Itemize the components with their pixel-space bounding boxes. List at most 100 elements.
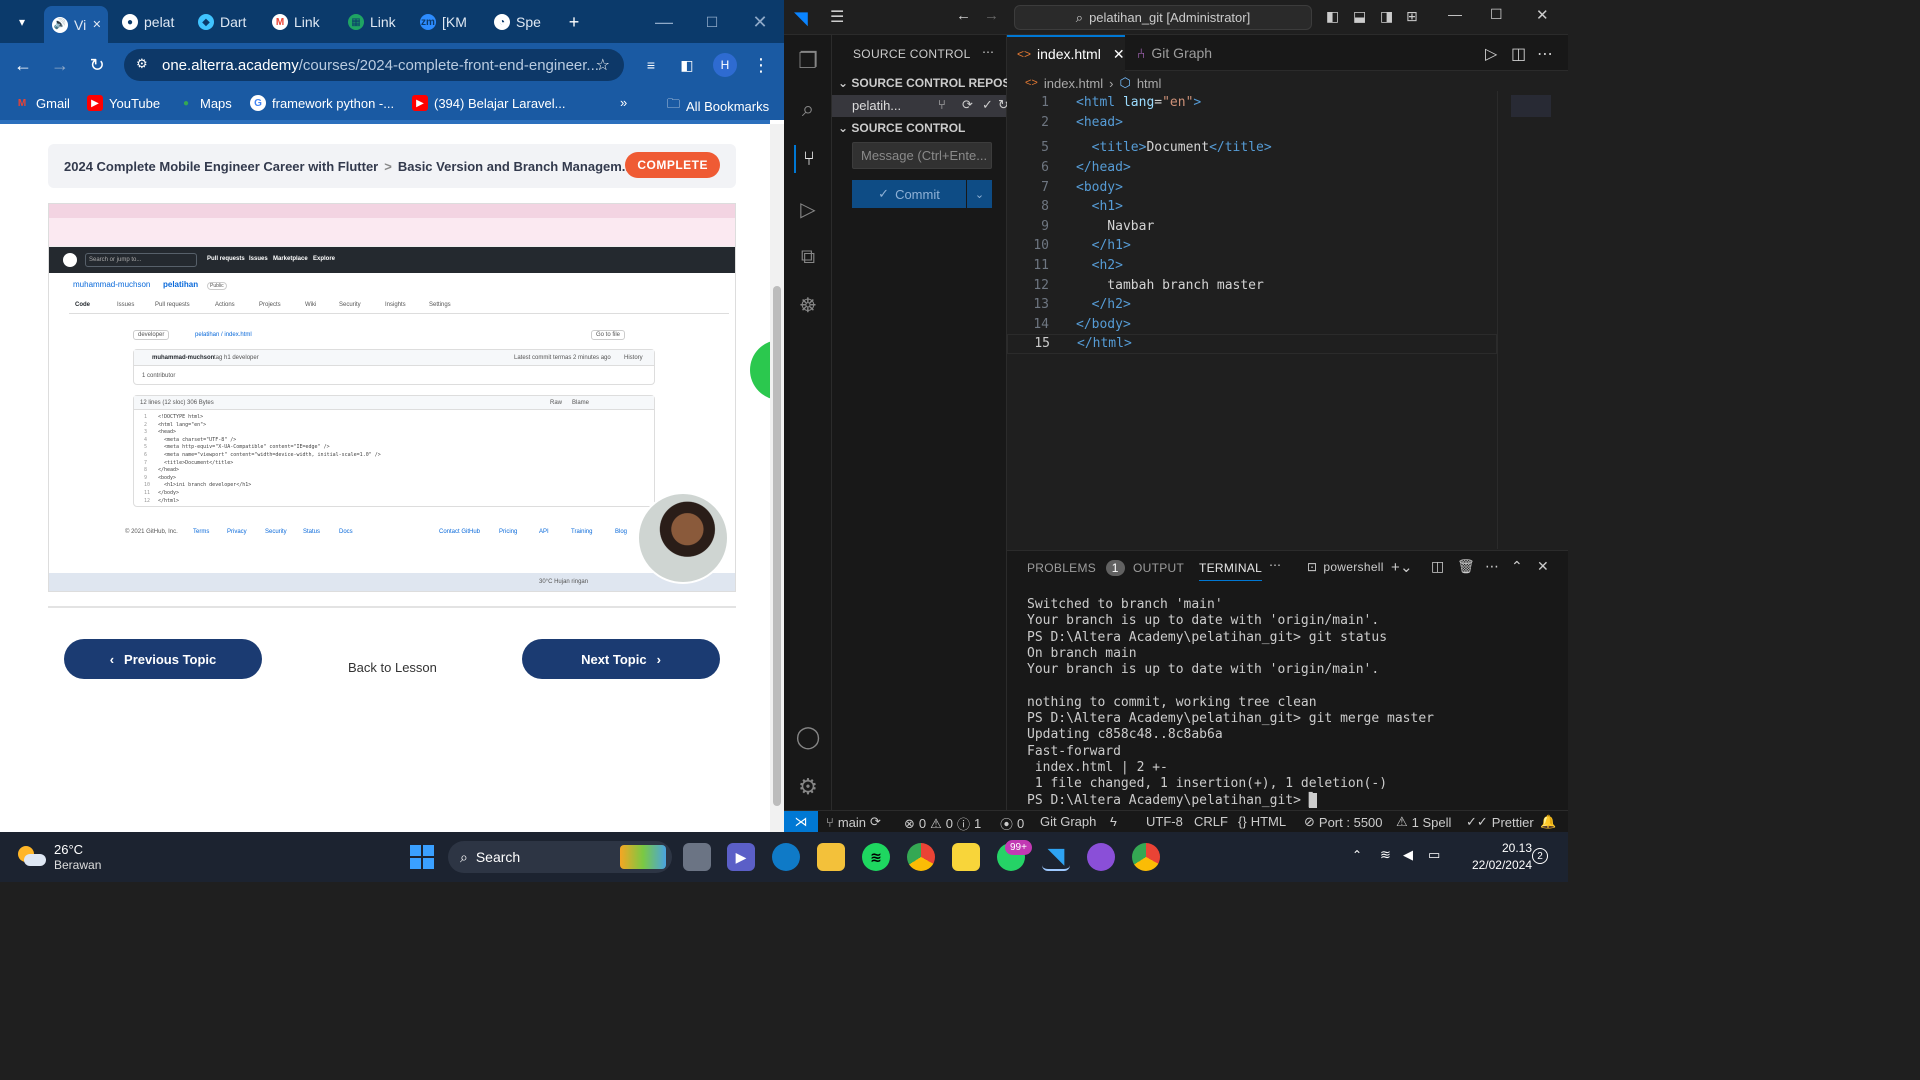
- code-line[interactable]: 7 <body>: [1007, 177, 1497, 197]
- search-view-icon[interactable]: ⌕: [794, 95, 822, 123]
- vscode-maximize-icon[interactable]: ☐: [1490, 6, 1503, 23]
- nav-forward-icon[interactable]: →: [984, 7, 999, 24]
- status-branch[interactable]: ⑂ main ⟳: [826, 814, 881, 830]
- toggle-secondary-sidebar-icon[interactable]: ◨: [1380, 8, 1393, 25]
- status-spell[interactable]: ⚠ 1 Spell: [1396, 814, 1451, 830]
- code-line[interactable]: 2 <head>: [1007, 113, 1497, 133]
- terminal-more-icon[interactable]: ⋯: [1485, 558, 1499, 575]
- commit-message-input[interactable]: Message (Ctrl+Ente...: [852, 142, 992, 169]
- bookmark-youtube[interactable]: ▶ YouTube: [87, 95, 160, 111]
- bookmark-framework-python[interactable]: Gframework python -...: [250, 95, 394, 111]
- repository-row[interactable]: pelatih... ⑂ ⟳ ✓ ↻: [832, 95, 1009, 117]
- sticky-notes-icon[interactable]: [952, 843, 980, 871]
- battery-icon[interactable]: ▭: [1428, 847, 1440, 863]
- run-icon[interactable]: ▷: [1485, 44, 1497, 64]
- edge-icon[interactable]: [772, 843, 800, 871]
- profile-avatar[interactable]: H: [713, 53, 737, 77]
- commit-button[interactable]: ✓ Commit: [852, 180, 966, 208]
- chrome-icon[interactable]: [907, 843, 935, 871]
- accounts-icon[interactable]: ◯: [794, 723, 822, 751]
- minimap[interactable]: [1511, 95, 1551, 117]
- status-ports[interactable]: ⦿ 0: [1000, 814, 1024, 833]
- code-line[interactable]: 8 <h1>: [1007, 197, 1497, 217]
- status-eol[interactable]: CRLF: [1194, 814, 1228, 829]
- volume-icon[interactable]: ◀: [1403, 847, 1413, 863]
- tab-search-icon[interactable]: ▾: [8, 8, 36, 36]
- code-line[interactable]: 12 tambah branch master: [1007, 275, 1497, 295]
- close-tab-icon[interactable]: ✕: [1113, 46, 1125, 63]
- tray-overflow-icon[interactable]: ⌃: [1352, 848, 1362, 862]
- vscode-close-icon[interactable]: ✕: [1536, 6, 1549, 24]
- course-title-link[interactable]: 2024 Complete Mobile Engineer Career wit…: [64, 159, 378, 174]
- wifi-icon[interactable]: ≋: [1380, 847, 1391, 863]
- previous-topic-button[interactable]: ‹ Previous Topic: [64, 639, 262, 679]
- all-bookmarks[interactable]: 🗀 All Bookmarks: [667, 95, 769, 117]
- clock-time[interactable]: 20.13: [1492, 841, 1532, 855]
- breadcrumb-symbol[interactable]: html: [1137, 76, 1162, 91]
- close-window-icon[interactable]: ✕: [746, 8, 774, 36]
- status-prettier[interactable]: ✓✓ Prettier: [1466, 814, 1534, 830]
- browser-tab[interactable]: ▦ Link: [348, 8, 412, 36]
- breadcrumb-file[interactable]: index.html: [1044, 76, 1103, 91]
- tab-index-html[interactable]: <> index.html ✕: [1007, 35, 1125, 71]
- menu-hamburger-icon[interactable]: ☰: [830, 7, 844, 27]
- panel-tab-problems[interactable]: PROBLEMS 1: [1027, 560, 1125, 576]
- browser-tab[interactable]: zm [KM: [420, 8, 484, 36]
- complete-badge[interactable]: COMPLETE: [625, 152, 720, 178]
- browser-tab[interactable]: ◆ Dart: [198, 8, 262, 36]
- video-player[interactable]: Search or jump to... Pull requests Issue…: [48, 203, 736, 592]
- browser-tab[interactable]: ● pelat: [122, 8, 186, 36]
- commit-check-icon[interactable]: ✓: [982, 97, 993, 113]
- media-control-icon[interactable]: ≡: [637, 51, 665, 79]
- github-desktop-icon[interactable]: [1087, 843, 1115, 871]
- next-topic-button[interactable]: Next Topic ›: [522, 639, 720, 679]
- side-panel-icon[interactable]: ◧: [673, 51, 701, 79]
- terminal-shell-selector[interactable]: ⊡ powershell: [1307, 560, 1384, 574]
- tab-git-graph[interactable]: ⑃ Git Graph: [1127, 35, 1222, 71]
- code-line[interactable]: 11 <h2>: [1007, 256, 1497, 276]
- sync-icon[interactable]: ⟳: [962, 97, 973, 113]
- windows-start-icon[interactable]: [408, 843, 436, 871]
- site-info-icon[interactable]: ⚙: [136, 56, 148, 72]
- close-tab-icon[interactable]: ✕: [92, 18, 101, 31]
- new-terminal-icon[interactable]: +⌄: [1391, 558, 1413, 576]
- forward-icon[interactable]: →: [46, 51, 74, 79]
- maximize-icon[interactable]: ☐: [698, 8, 726, 36]
- extensions-icon[interactable]: ⧉: [794, 243, 822, 271]
- bookmark-gmail[interactable]: M Gmail: [14, 95, 70, 111]
- notifications-bell-icon[interactable]: 🔔: [1540, 814, 1556, 830]
- status-live-server[interactable]: ⊘ Port : 5500: [1304, 814, 1383, 830]
- vscode-taskbar-icon[interactable]: ◥: [1042, 843, 1070, 871]
- more-actions-icon[interactable]: ⋯: [982, 45, 994, 59]
- weather-temp[interactable]: 26°C: [54, 842, 83, 857]
- panel-tab-terminal[interactable]: TERMINAL: [1199, 561, 1263, 581]
- browser-tab[interactable]: ◔ Spe: [494, 8, 558, 36]
- new-tab-button[interactable]: +: [560, 8, 588, 36]
- code-line[interactable]: 5 <title>Document</title>: [1007, 138, 1497, 158]
- back-to-lesson-link[interactable]: Back to Lesson: [348, 660, 437, 675]
- terminal-output[interactable]: Switched to branch 'main' Your branch is…: [1027, 597, 1434, 809]
- code-line[interactable]: 13 </h2>: [1007, 295, 1497, 315]
- code-line[interactable]: 6 </head>: [1007, 158, 1497, 178]
- repositories-header[interactable]: ⌄ SOURCE CONTROL REPOSI...: [838, 76, 1024, 90]
- command-center-search[interactable]: ⌕ pelatihan_git [Administrator]: [1014, 5, 1312, 30]
- file-explorer-icon[interactable]: [817, 843, 845, 871]
- plug-icon[interactable]: ϟ: [1110, 814, 1117, 829]
- source-control-icon[interactable]: ⑂: [794, 145, 822, 173]
- status-language[interactable]: {} HTML: [1238, 814, 1286, 829]
- reload-icon[interactable]: ↻: [83, 51, 111, 79]
- panel-tab-output[interactable]: OUTPUT: [1133, 561, 1184, 575]
- nav-back-icon[interactable]: ←: [956, 7, 971, 24]
- bookmark-maps[interactable]: ● Maps: [178, 95, 232, 111]
- git-graph-icon[interactable]: ☸: [794, 291, 822, 319]
- remote-indicator-icon[interactable]: ⋊: [784, 811, 818, 833]
- code-line[interactable]: 15 </html>: [1007, 334, 1497, 354]
- status-encoding[interactable]: UTF-8: [1146, 814, 1183, 829]
- bookmark-belajar-laravel[interactable]: ▶ (394) Belajar Laravel...: [412, 95, 566, 111]
- close-panel-icon[interactable]: ✕: [1537, 558, 1549, 575]
- minimize-icon[interactable]: —: [650, 8, 678, 36]
- trash-icon[interactable]: 🗑: [1457, 558, 1475, 575]
- source-control-header[interactable]: ⌄ SOURCE CONTROL: [838, 121, 965, 135]
- panel-more-icon[interactable]: ⋯: [1269, 558, 1281, 572]
- chrome-profile-icon[interactable]: [1132, 843, 1160, 871]
